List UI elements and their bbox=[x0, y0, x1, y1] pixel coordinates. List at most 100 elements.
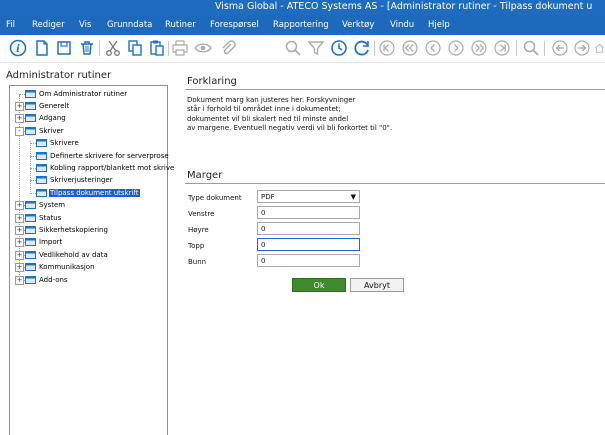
print-icon[interactable] bbox=[171, 39, 189, 57]
menu-vis[interactable]: Vis bbox=[79, 20, 91, 30]
top-margin-input[interactable]: 0 bbox=[257, 238, 360, 251]
next-page-icon[interactable] bbox=[470, 39, 488, 57]
folder-icon bbox=[25, 101, 36, 110]
folder-icon bbox=[25, 225, 36, 234]
tree-item[interactable]: Definerte skrivere for serverprose bbox=[36, 150, 170, 161]
folder-icon bbox=[36, 163, 47, 172]
delete-icon[interactable] bbox=[78, 39, 96, 57]
menu-rutiner[interactable]: Rutiner bbox=[165, 20, 196, 30]
tree-item-label: Import bbox=[39, 238, 63, 247]
bottom-margin-label: Bunn bbox=[188, 258, 207, 266]
expand-icon[interactable]: + bbox=[15, 250, 24, 260]
tree-item[interactable]: Generelt bbox=[25, 100, 70, 111]
folder-icon bbox=[25, 114, 36, 123]
tree-item[interactable]: Kobling rapport/blankett mot skrive bbox=[36, 162, 175, 173]
right-margin-label: Høyre bbox=[188, 226, 209, 234]
last-record-icon[interactable] bbox=[493, 39, 511, 57]
expand-icon[interactable]: + bbox=[15, 101, 24, 111]
preview-icon[interactable] bbox=[194, 39, 212, 57]
bottom-margin-input[interactable]: 0 bbox=[257, 254, 360, 267]
new-document-icon[interactable] bbox=[33, 39, 51, 57]
menu-fil[interactable]: Fil bbox=[6, 20, 15, 30]
previous-page-icon[interactable] bbox=[401, 39, 419, 57]
tree-item[interactable]: Skrivere bbox=[36, 138, 80, 149]
menu-hjelp[interactable]: Hjelp bbox=[428, 20, 450, 30]
type-document-select[interactable]: PDF ▼ bbox=[257, 190, 360, 203]
expand-icon[interactable]: + bbox=[15, 114, 24, 124]
cut-icon[interactable] bbox=[104, 39, 122, 57]
menu-rediger[interactable]: Rediger bbox=[32, 20, 65, 30]
left-panel-title: Administrator rutiner bbox=[6, 70, 112, 81]
tree-item[interactable]: Vedlikehold av data bbox=[25, 249, 109, 260]
expand-icon[interactable]: + bbox=[15, 275, 24, 285]
info-icon[interactable]: i bbox=[9, 39, 27, 57]
menu-grunndata[interactable]: Grunndata bbox=[107, 20, 152, 30]
home-icon[interactable] bbox=[594, 39, 605, 57]
folder-icon bbox=[25, 89, 36, 98]
tree-item[interactable]: Add-ons bbox=[25, 274, 69, 285]
expand-icon[interactable]: + bbox=[15, 238, 24, 248]
menu-vindu[interactable]: Vindu bbox=[390, 20, 414, 30]
explanation-text: Dokument marg kan justeres her. Forskyvn… bbox=[187, 96, 392, 133]
tree-item-label: Status bbox=[39, 213, 62, 222]
menu-bar: Fil Rediger Vis Grunndata Rutiner Foresp… bbox=[0, 15, 605, 35]
folder-icon bbox=[25, 213, 36, 222]
expand-icon[interactable]: + bbox=[15, 225, 24, 235]
filter-icon[interactable] bbox=[307, 39, 325, 57]
folder-icon bbox=[25, 201, 36, 210]
tree-item-label: Tilpass dokument utskrift bbox=[49, 188, 140, 197]
tree-connector bbox=[30, 143, 36, 145]
refresh-icon[interactable] bbox=[353, 39, 371, 57]
folder-icon bbox=[36, 188, 47, 197]
folder-icon bbox=[25, 250, 36, 259]
tree-item[interactable]: Sikkerhetskopiering bbox=[25, 224, 109, 235]
tree-item[interactable]: Om Administrator rutiner bbox=[25, 88, 128, 99]
tree-item[interactable]: Status bbox=[25, 212, 62, 223]
tree-item[interactable]: Adgang bbox=[25, 113, 67, 124]
zoom-icon[interactable] bbox=[522, 39, 540, 57]
menu-verktoy[interactable]: Verktøy bbox=[342, 20, 374, 30]
menu-foresporsel[interactable]: Forespørsel bbox=[210, 20, 259, 30]
history-icon[interactable] bbox=[330, 39, 348, 57]
copy-icon[interactable] bbox=[126, 39, 144, 57]
right-margin-input[interactable]: 0 bbox=[257, 222, 360, 235]
tree-item[interactable]: Tilpass dokument utskrift bbox=[36, 187, 140, 198]
next-record-icon[interactable] bbox=[447, 39, 465, 57]
previous-record-icon[interactable] bbox=[424, 39, 442, 57]
ok-button[interactable]: Ok bbox=[292, 278, 346, 292]
tree-item[interactable]: Kommunikasjon bbox=[25, 262, 96, 273]
folder-icon bbox=[25, 263, 36, 272]
save-icon[interactable] bbox=[55, 39, 73, 57]
search-icon[interactable] bbox=[284, 39, 302, 57]
attach-icon[interactable] bbox=[219, 39, 237, 57]
folder-icon bbox=[36, 139, 47, 148]
tree-item[interactable]: Skriverjusteringer bbox=[36, 175, 114, 186]
tree-item[interactable]: System bbox=[25, 200, 66, 211]
expand-icon[interactable]: + bbox=[15, 263, 24, 273]
window-title: Visma Global - ATECO Systems AS - [Admin… bbox=[215, 1, 593, 12]
tree-item-label: Kommunikasjon bbox=[39, 263, 95, 272]
tree-item-label: Generelt bbox=[39, 101, 70, 110]
type-document-label: Type dokument bbox=[188, 194, 242, 202]
back-icon[interactable] bbox=[551, 39, 569, 57]
expand-icon[interactable]: + bbox=[15, 201, 24, 211]
tree-item-label: Vedlikehold av data bbox=[39, 250, 108, 259]
expand-icon[interactable]: + bbox=[15, 213, 24, 223]
tree-connector bbox=[30, 167, 36, 169]
forward-icon[interactable] bbox=[573, 39, 591, 57]
tree-item[interactable]: Skriver bbox=[25, 125, 65, 136]
tree-item[interactable]: Import bbox=[25, 237, 63, 248]
left-margin-input[interactable]: 0 bbox=[257, 206, 360, 219]
explanation-line: står i forhold til området inne i dokume… bbox=[187, 105, 341, 114]
window-titlebar: Visma Global - ATECO Systems AS - [Admin… bbox=[0, 0, 605, 15]
chevron-down-icon[interactable]: ▼ bbox=[351, 191, 356, 204]
explanation-title: Forklaring bbox=[187, 76, 237, 87]
toolbar-separator bbox=[516, 41, 517, 56]
first-record-icon[interactable] bbox=[378, 39, 396, 57]
collapse-icon[interactable]: - bbox=[15, 126, 24, 136]
tree-item-label: Skrivere bbox=[50, 139, 79, 148]
paste-icon[interactable] bbox=[148, 39, 166, 57]
cancel-button[interactable]: Avbryt bbox=[350, 278, 404, 292]
type-document-value: PDF bbox=[261, 193, 275, 201]
menu-rapportering[interactable]: Rapportering bbox=[273, 20, 329, 30]
